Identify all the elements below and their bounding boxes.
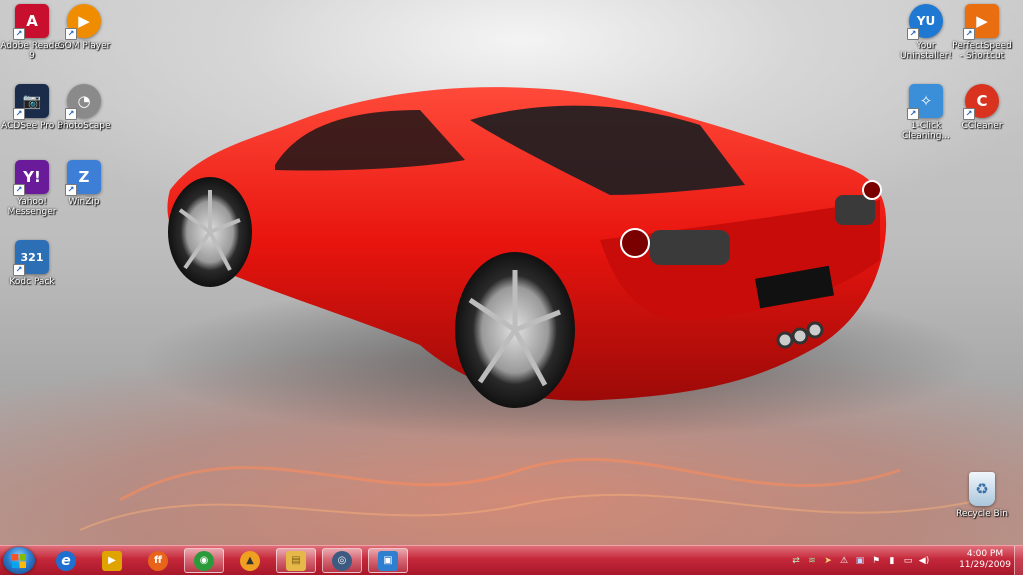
adobe-reader-icon: A ↗: [13, 4, 49, 40]
icon-label: Recycle Bin: [956, 509, 1008, 519]
clock-time: 4:00 PM: [966, 549, 1004, 559]
clock-date: 11/29/2009: [959, 560, 1011, 570]
arrow-tray-icon[interactable]: ➤: [822, 555, 834, 567]
shortcut-arrow-icon: ↗: [13, 264, 25, 276]
winzip-icon: Z ↗: [65, 160, 101, 196]
taskbar-aimp[interactable]: ▲: [230, 548, 270, 573]
aimp-icon: ▲: [240, 550, 260, 571]
folder-icon: ▤: [286, 550, 306, 571]
taskbar-remote-desktop[interactable]: ▣: [368, 548, 408, 573]
icon-label: WinZip: [68, 197, 100, 207]
shortcut-arrow-icon: ↗: [963, 28, 975, 40]
acdsee-icon: 📷 ↗: [13, 84, 49, 120]
desktop-icon-ccleaner[interactable]: C ↗ CCleaner: [950, 84, 1014, 131]
internet-explorer-icon: e: [56, 550, 76, 571]
gom-player-icon: ▶ ↗: [65, 4, 101, 40]
desktop-icon-recycle-bin[interactable]: ♻ Recycle Bin: [950, 472, 1014, 519]
icon-label: PhotoScape: [57, 121, 111, 131]
desktop-icon-codec-pack[interactable]: 321 ↗ Kodc Pack: [0, 240, 64, 287]
camera-icon: ◎: [332, 550, 352, 571]
icon-label: 1-Click Cleaning...: [901, 121, 951, 141]
volume-tray-icon[interactable]: ◀): [918, 555, 930, 567]
desktop-icon-photoscape[interactable]: ◔ ↗ PhotoScape: [52, 84, 116, 131]
taskbar-firefox[interactable]: ff: [138, 548, 178, 573]
taskbar-internet-explorer[interactable]: e: [46, 548, 86, 573]
icon-label: Kodc Pack: [9, 277, 55, 287]
icon-label: CCleaner: [961, 121, 1003, 131]
desktop-icon-perfectspeed[interactable]: ▶ ↗ PerfectSpeed - Shortcut: [950, 4, 1014, 61]
start-button[interactable]: [3, 547, 35, 574]
show-desktop-button[interactable]: [1014, 546, 1023, 575]
shortcut-arrow-icon: ↗: [65, 184, 77, 196]
photoscape-icon: ◔ ↗: [65, 84, 101, 120]
flag-tray-icon[interactable]: ⚑: [870, 555, 882, 567]
shortcut-arrow-icon: ↗: [65, 28, 77, 40]
adobe-tray-icon[interactable]: ⚠: [838, 555, 850, 567]
icon-label: Your Uninstaller!: [899, 41, 953, 61]
codec-pack-icon: 321 ↗: [13, 240, 49, 276]
desktop-icon-1-click-cleaning[interactable]: ✧ ↗ 1-Click Cleaning...: [894, 84, 958, 141]
taskbar-clock[interactable]: 4:00 PM 11/29/2009: [955, 549, 1015, 571]
globe-icon: ◉: [194, 550, 214, 571]
desktop-icon-gom-player[interactable]: ▶ ↗ GOM Player: [52, 4, 116, 51]
taskbar-network-app[interactable]: ◉: [184, 548, 224, 573]
monitor-tray-icon[interactable]: ▣: [854, 555, 866, 567]
windows-logo-icon: [12, 553, 26, 568]
power-tray-icon[interactable]: ▮: [886, 555, 898, 567]
taskbar: e ▶ ff ◉ ▲ ▤ ◎ ▣ ⇄ ≋ ➤ ⚠ ▣ ⚑ ▮ ▭ ◀) 4:00…: [0, 545, 1023, 575]
shortcut-arrow-icon: ↗: [13, 108, 25, 120]
shortcut-arrow-icon: ↗: [907, 108, 919, 120]
desktop-icon-your-uninstaller[interactable]: YU ↗ Your Uninstaller!: [894, 4, 958, 61]
uninstaller-icon: YU ↗: [907, 4, 943, 40]
taskbar-media-player[interactable]: ▶: [92, 548, 132, 573]
taskbar-screen-capture[interactable]: ◎: [322, 548, 362, 573]
ccleaner-icon: C ↗: [963, 84, 999, 120]
monitor-icon: ▣: [378, 550, 398, 571]
app-tray-icon[interactable]: ≋: [806, 555, 818, 567]
shortcut-arrow-icon: ↗: [907, 28, 919, 40]
firefox-icon: ff: [148, 550, 168, 571]
system-tray: ⇄ ≋ ➤ ⚠ ▣ ⚑ ▮ ▭ ◀): [790, 546, 930, 575]
media-player-icon: ▶: [102, 550, 122, 571]
display-tray-icon[interactable]: ▭: [902, 555, 914, 567]
desktop[interactable]: A ↗ Adobe Reader 9 ▶ ↗ GOM Player 📷 ↗ AC…: [0, 0, 1023, 545]
perfectspeed-icon: ▶ ↗: [963, 4, 999, 40]
yahoo-messenger-icon: Y! ↗: [13, 160, 49, 196]
icon-label: GOM Player: [57, 41, 111, 51]
shortcut-arrow-icon: ↗: [13, 28, 25, 40]
wallpaper-car-image: [79, 87, 981, 531]
desktop-icon-winzip[interactable]: Z ↗ WinZip: [52, 160, 116, 207]
cleaning-icon: ✧ ↗: [907, 84, 943, 120]
taskbar-windows-explorer[interactable]: ▤: [276, 548, 316, 573]
recycle-bin-icon: ♻: [969, 472, 995, 506]
shortcut-arrow-icon: ↗: [963, 108, 975, 120]
shortcut-arrow-icon: ↗: [65, 108, 77, 120]
icon-label: PerfectSpeed - Shortcut: [952, 41, 1012, 61]
network-tray-icon[interactable]: ⇄: [790, 555, 802, 567]
shortcut-arrow-icon: ↗: [13, 184, 25, 196]
